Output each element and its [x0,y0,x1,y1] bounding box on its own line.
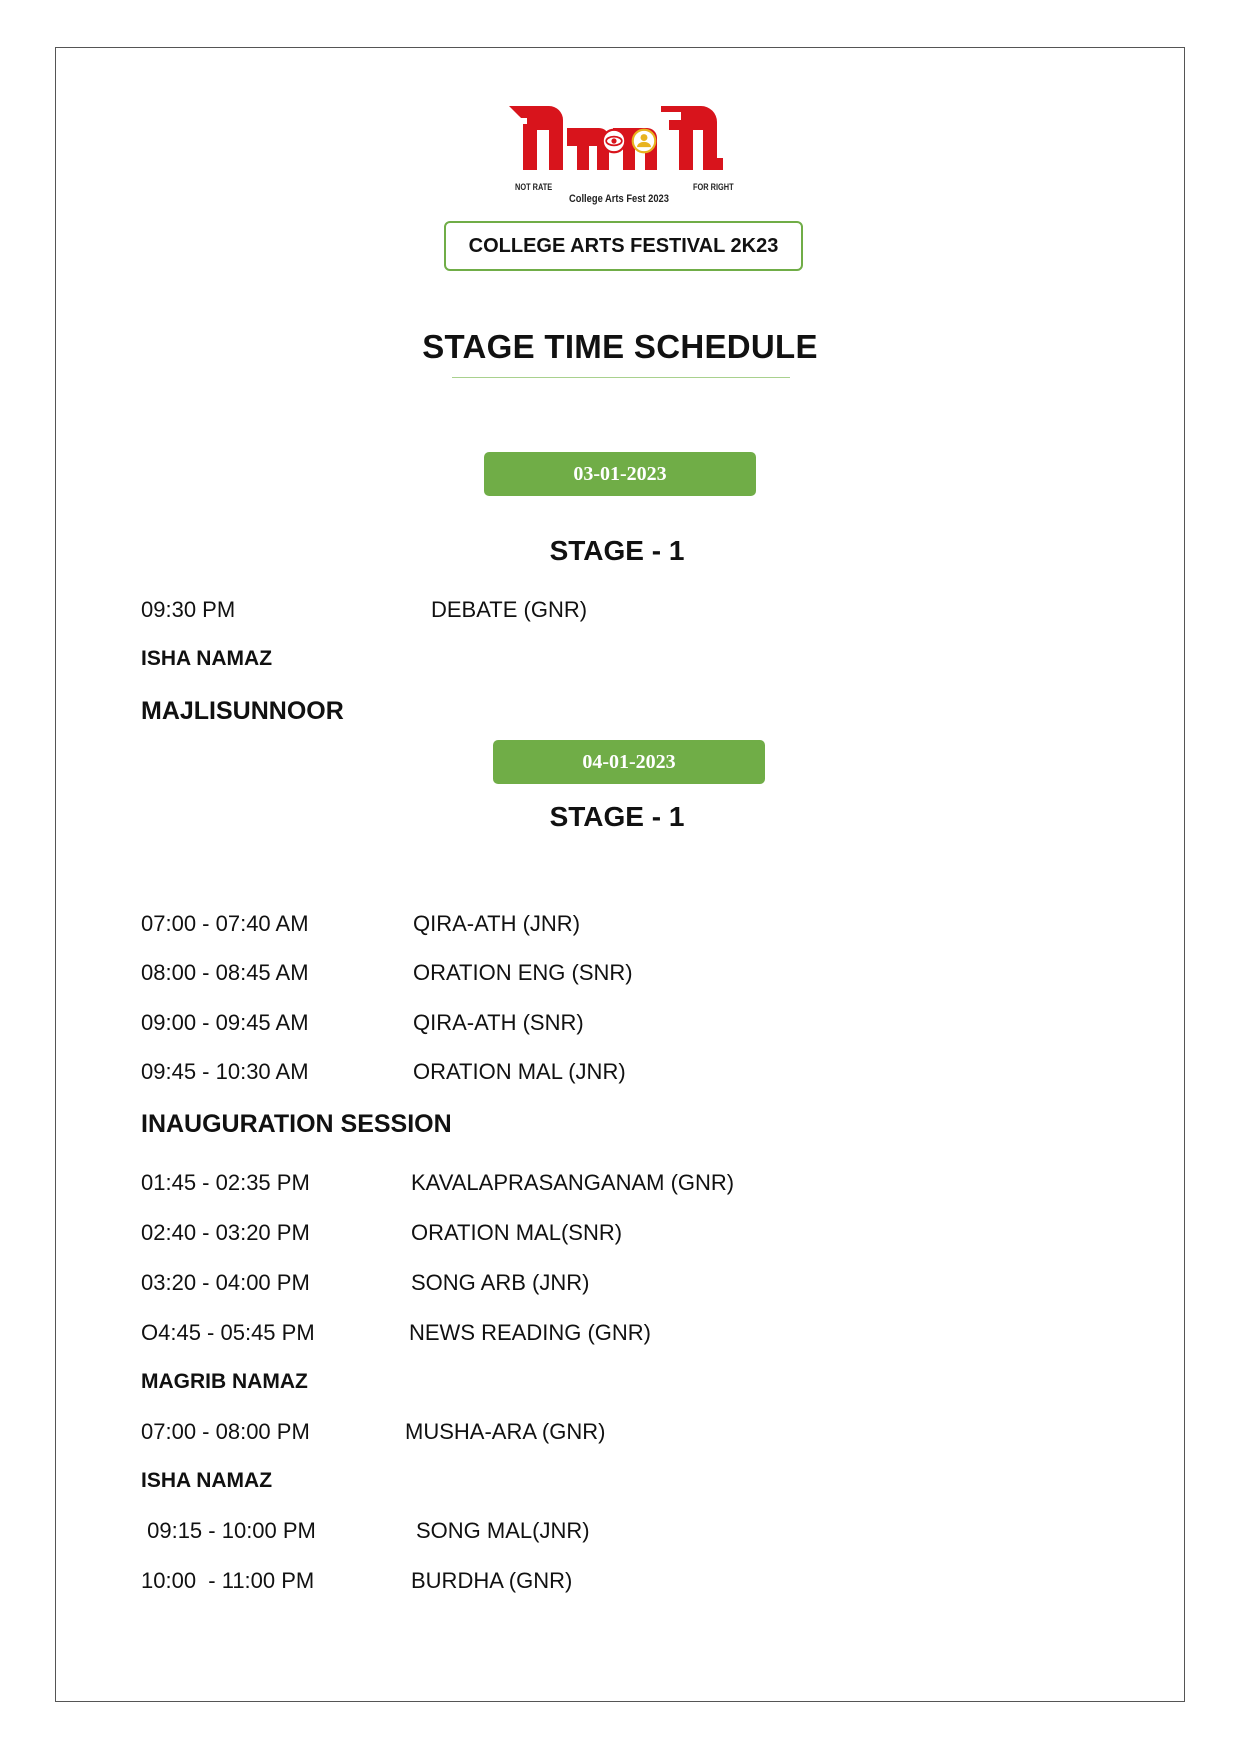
schedule-event: ORATION ENG (SNR) [413,960,633,985]
date-day1: 03-01-2023 [573,462,667,485]
schedule-time: 07:00 - 07:40 AM [141,911,309,936]
schedule-time: 07:00 - 08:00 PM [141,1419,310,1444]
schedule-event: ORATION MAL (JNR) [413,1059,626,1084]
festival-label-box: COLLEGE ARTS FESTIVAL 2K23 [444,221,803,271]
session-majlisunnoor: MAJLISUNNOOR [141,697,344,725]
logo-tag-right: FOR RIGHT [693,182,734,192]
schedule-time: 01:45 - 02:35 PM [141,1170,310,1195]
schedule-event: SONG MAL(JNR) [416,1518,590,1543]
schedule-event: DEBATE (GNR) [431,597,588,622]
schedule-time: 09:30 PM [141,597,236,622]
schedule-time: O4:45 - 05:45 PM [141,1320,315,1345]
schedule-time: 08:00 - 08:45 AM [141,960,309,985]
schedule-time: 09:45 - 10:30 AM [141,1059,309,1084]
eye-icon [601,128,627,154]
page-title: STAGE TIME SCHEDULE [422,328,818,365]
stage-heading-day1: STAGE - 1 [549,535,685,566]
schedule-time: 03:20 - 04:00 PM [141,1270,310,1295]
session-inauguration: INAUGURATION SESSION [141,1110,452,1138]
schedule-event: KAVALAPRASANGANAM (GNR) [411,1170,735,1195]
schedule-time: 10:00 - 11:00 PM [141,1568,315,1593]
schedule-event: MUSHA-ARA (GNR) [405,1419,606,1444]
stage-heading-day2: STAGE - 1 [549,801,685,832]
break-magrib: MAGRIB NAMAZ [141,1370,308,1393]
schedule-event: SONG ARB (JNR) [411,1270,590,1295]
schedule-time: 09:00 - 09:45 AM [141,1010,309,1035]
schedule-time: 09:15 - 10:00 PM [141,1518,316,1543]
schedule-event: QIRA-ATH (JNR) [413,911,581,936]
logo-subtitle: College Arts Fest 2023 [569,193,669,205]
date-day2: 04-01-2023 [582,750,676,773]
schedule-event: BURDHA (GNR) [411,1568,573,1593]
date-badge-day2: 04-01-2023 [493,740,765,784]
title-underline [452,377,790,378]
person-icon [631,128,657,154]
festival-logo: NOT RATE FOR RIGHT College Arts Fest 202… [505,98,735,210]
date-badge-day1: 03-01-2023 [484,452,756,496]
schedule-event: ORATION MAL(SNR) [411,1220,623,1245]
break-isha-day1: ISHA NAMAZ [141,647,273,670]
festival-label: COLLEGE ARTS FESTIVAL 2K23 [468,234,779,257]
break-isha-day2: ISHA NAMAZ [141,1469,273,1492]
logo-tag-left: NOT RATE [515,182,553,192]
schedule-event: NEWS READING (GNR) [409,1320,651,1345]
schedule-time: 02:40 - 03:20 PM [141,1220,310,1245]
page-border [55,47,1185,1702]
schedule-event: QIRA-ATH (SNR) [413,1010,584,1035]
